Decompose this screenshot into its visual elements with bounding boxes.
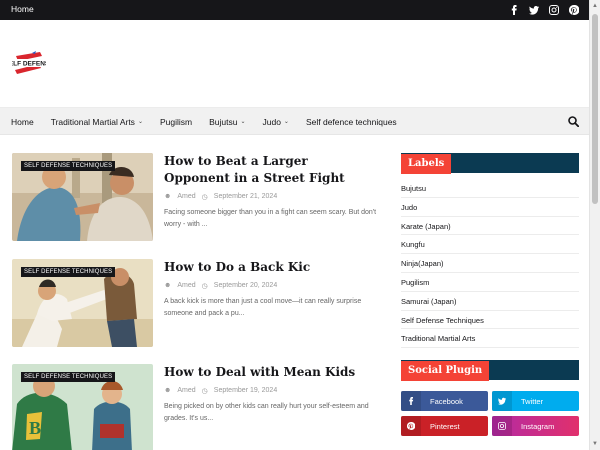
search-icon[interactable] bbox=[568, 116, 579, 127]
label-link[interactable]: Karate (Japan) bbox=[401, 217, 579, 236]
post-excerpt: Facing someone bigger than you in a figh… bbox=[164, 209, 377, 228]
post-title[interactable]: How to Do a Back Kic bbox=[164, 259, 374, 276]
author-icon: ☻ bbox=[164, 387, 172, 394]
post-title[interactable]: How to Deal with Mean Kids bbox=[164, 364, 374, 381]
nav-item-judo[interactable]: Judo ⌄ bbox=[262, 117, 288, 127]
topbar-social-links bbox=[509, 4, 579, 16]
post-meta: ☻ Amed ◷ September 19, 2024 bbox=[164, 387, 277, 395]
author-icon: ☻ bbox=[164, 193, 172, 200]
post-thumbnail[interactable]: B SELF DEFENSE TECHNIQUES bbox=[12, 364, 153, 450]
social-widget-title: Social Plugin bbox=[401, 360, 579, 381]
post-author[interactable]: Amed bbox=[177, 193, 195, 201]
clock-icon: ◷ bbox=[201, 194, 208, 201]
post-card[interactable]: SELF DEFENSE TECHNIQUES How to Beat a La… bbox=[12, 153, 382, 241]
post-card[interactable]: SELF DEFENSE TECHNIQUES How to Do a Back… bbox=[12, 259, 382, 347]
nav-item-bujutsu[interactable]: Bujutsu ⌄ bbox=[209, 117, 245, 127]
post-thumbnail[interactable]: SELF DEFENSE TECHNIQUES bbox=[12, 259, 153, 347]
nav-item-traditional-martial-arts[interactable]: Traditional Martial Arts ⌄ bbox=[51, 117, 143, 127]
instagram-button[interactable]: Instagram bbox=[492, 416, 579, 436]
post-author[interactable]: Amed bbox=[177, 387, 195, 395]
facebook-button[interactable]: Facebook bbox=[401, 391, 488, 411]
post-card[interactable]: B SELF DEFENSE TECHNIQUES How to Deal wi… bbox=[12, 364, 382, 450]
label-link[interactable]: Kungfu bbox=[401, 235, 579, 255]
post-excerpt: A back kick is more than just a cool mov… bbox=[164, 298, 362, 317]
clock-icon: ◷ bbox=[201, 388, 208, 395]
clock-icon: ◷ bbox=[201, 283, 208, 290]
label-link[interactable]: Pugilism bbox=[401, 273, 579, 292]
site-logo[interactable]: SELF DEFENSE bbox=[12, 50, 46, 76]
post-date: September 20, 2024 bbox=[213, 282, 278, 289]
post-title[interactable]: How to Beat a Larger Opponent in a Stree… bbox=[164, 153, 374, 187]
topbar-home-link[interactable]: Home bbox=[11, 4, 34, 14]
label-link[interactable]: Self Defense Techniques bbox=[401, 311, 579, 330]
post-date: September 19, 2024 bbox=[213, 387, 278, 394]
twitter-icon bbox=[492, 391, 512, 411]
label-link[interactable]: Bujutsu bbox=[401, 179, 579, 198]
label-link[interactable]: Ninja(Japan) bbox=[401, 254, 579, 273]
svg-text:SELF DEFENSE: SELF DEFENSE bbox=[12, 61, 46, 68]
label-link[interactable]: Samurai (Japan) bbox=[401, 292, 579, 311]
scrollbar-thumb[interactable] bbox=[592, 14, 598, 204]
scroll-up-arrow-icon[interactable]: ▲ bbox=[592, 3, 598, 9]
label-link[interactable]: Judo bbox=[401, 198, 579, 217]
post-thumbnail[interactable]: SELF DEFENSE TECHNIQUES bbox=[12, 153, 153, 241]
post-category-tag[interactable]: SELF DEFENSE TECHNIQUES bbox=[21, 161, 116, 171]
pinterest-button[interactable]: Pinterest bbox=[401, 416, 488, 436]
nav-item-self-defence-techniques[interactable]: Self defence techniques bbox=[306, 117, 397, 127]
instagram-icon bbox=[492, 416, 512, 436]
scroll-down-arrow-icon[interactable]: ▼ bbox=[592, 441, 598, 447]
nav-item-home[interactable]: Home bbox=[11, 117, 34, 127]
twitter-icon[interactable] bbox=[529, 4, 539, 16]
chevron-down-icon: ⌄ bbox=[137, 119, 143, 125]
post-excerpt: Being picked on by other kids can really… bbox=[164, 403, 369, 422]
nav-item-pugilism[interactable]: Pugilism bbox=[160, 117, 192, 127]
chevron-down-icon: ⌄ bbox=[283, 119, 289, 125]
instagram-icon[interactable] bbox=[549, 4, 559, 16]
svg-text:B: B bbox=[29, 418, 41, 438]
post-category-tag[interactable]: SELF DEFENSE TECHNIQUES bbox=[21, 267, 116, 277]
facebook-icon bbox=[401, 391, 421, 411]
facebook-icon[interactable] bbox=[509, 4, 519, 16]
pinterest-icon[interactable] bbox=[569, 4, 579, 16]
labels-widget-title: Labels bbox=[401, 153, 579, 174]
post-category-tag[interactable]: SELF DEFENSE TECHNIQUES bbox=[21, 372, 116, 382]
main-nav: Home Traditional Martial Arts ⌄ Pugilism … bbox=[0, 108, 589, 135]
post-author[interactable]: Amed bbox=[177, 282, 195, 290]
twitter-button[interactable]: Twitter bbox=[492, 391, 579, 411]
author-icon: ☻ bbox=[164, 282, 172, 289]
chevron-down-icon: ⌄ bbox=[240, 119, 246, 125]
labels-list: Bujutsu Judo Karate (Japan) Kungfu Ninja… bbox=[401, 179, 579, 349]
post-meta: ☻ Amed ◷ September 21, 2024 bbox=[164, 193, 277, 201]
pinterest-icon bbox=[401, 416, 421, 436]
page-scrollbar[interactable]: ▲ ▼ bbox=[589, 0, 600, 450]
post-meta: ☻ Amed ◷ September 20, 2024 bbox=[164, 282, 277, 290]
top-bar: Home bbox=[0, 0, 589, 20]
site-header: SELF DEFENSE bbox=[0, 20, 589, 108]
post-date: September 21, 2024 bbox=[213, 193, 278, 200]
label-link[interactable]: Traditional Martial Arts bbox=[401, 329, 579, 349]
